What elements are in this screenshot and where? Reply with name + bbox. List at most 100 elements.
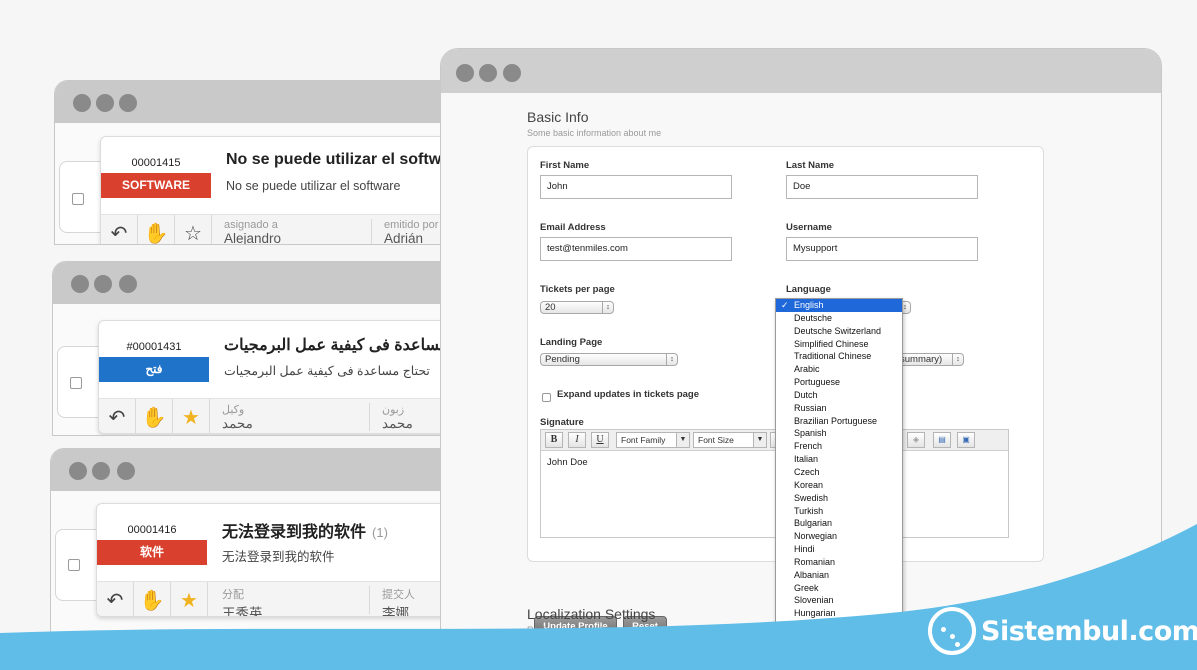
tickets-per-page-label: Tickets per page — [540, 284, 615, 295]
font-family-value: Font Family — [621, 435, 666, 445]
username-field[interactable]: Mysupport — [786, 237, 978, 261]
language-option[interactable]: Czech — [776, 466, 902, 479]
language-option[interactable]: Traditional Chinese — [776, 350, 902, 363]
bold-button[interactable]: B — [545, 432, 563, 448]
ticket-title-text[interactable]: No se puede utilizar el software — [226, 151, 460, 168]
language-option[interactable]: Hindi — [776, 543, 902, 556]
expand-updates-checkbox[interactable] — [542, 393, 551, 402]
ticket-checkbox[interactable] — [70, 377, 82, 389]
language-label: Language — [786, 284, 831, 295]
underline-button[interactable]: U — [591, 432, 609, 448]
brand-logo-icon — [928, 607, 976, 655]
source-button[interactable]: ◈ — [907, 432, 925, 448]
ticket-card[interactable]: 00001416 软件 无法登录到我的软件 (1) 无法登录到我的软件 ↶ ✋ ★… — [96, 503, 456, 617]
ticket-reply-count: (1) — [372, 525, 388, 540]
language-option[interactable]: Arabic — [776, 363, 902, 376]
hand-icon[interactable]: ✋ — [136, 399, 173, 433]
language-option-label: Korean — [794, 479, 824, 490]
ticket-title[interactable]: No se puede utilizar el software — [226, 151, 460, 169]
language-option-label: English — [794, 300, 824, 310]
language-option[interactable]: Slovenian — [776, 594, 902, 607]
ticket-title[interactable]: تحتاج مساعدة فى كيفية عمل البرمجيات — [224, 335, 458, 355]
language-option[interactable]: Portuguese — [776, 376, 902, 389]
language-dropdown-list[interactable]: ✓ English Deutsche Deutsche Switzerland Simp… — [775, 298, 903, 640]
ticket-title-text[interactable]: 无法登录到我的软件 — [222, 524, 366, 541]
secondary-select[interactable]: summary) ↕ — [898, 353, 964, 366]
language-option[interactable]: Dutch — [776, 389, 902, 402]
image-icon[interactable]: ▣ — [957, 432, 975, 448]
language-option[interactable]: Romanian — [776, 556, 902, 569]
email-field[interactable]: test@tenmiles.com — [540, 237, 732, 261]
secondary-select-value: summary) — [900, 354, 943, 365]
window-titlebar — [53, 262, 471, 304]
language-option[interactable]: Brazilian Portuguese — [776, 415, 902, 428]
language-option[interactable]: French — [776, 440, 902, 453]
hand-icon[interactable]: ✋ — [138, 215, 175, 244]
language-option[interactable]: Korean — [776, 479, 902, 492]
star-icon[interactable]: ☆ — [175, 215, 212, 244]
landing-page-value: Pending — [545, 354, 580, 365]
brand-logo[interactable]: Sistembul.com — [928, 606, 1197, 656]
language-option-label: Swedish — [794, 492, 829, 503]
first-name-field[interactable]: John — [540, 175, 732, 199]
star-icon[interactable]: ★ — [173, 399, 210, 433]
reply-icon[interactable]: ↶ — [101, 215, 138, 244]
window-dot — [94, 275, 112, 293]
last-name-field[interactable]: Doe — [786, 175, 978, 199]
ticket-checkbox[interactable] — [68, 559, 80, 571]
landing-page-select[interactable]: Pending ↕ — [540, 353, 678, 366]
divider — [371, 219, 372, 244]
scroll-down-icon[interactable]: ▼ — [776, 628, 902, 637]
language-option-label: Turkish — [794, 505, 824, 516]
language-option[interactable]: Greek — [776, 582, 902, 595]
reporter-label: emitido por — [384, 219, 439, 231]
ticket-title-text[interactable]: تحتاج مساعدة فى كيفية عمل البرمجيات — [224, 337, 458, 354]
language-option[interactable]: Italian — [776, 453, 902, 466]
italic-button[interactable]: I — [568, 432, 586, 448]
ticket-card[interactable]: #00001431 فتح تحتاج مساعدة فى كيفية عمل … — [98, 320, 458, 434]
font-family-select[interactable]: Font Family ▼ — [616, 432, 690, 448]
window-dot — [73, 94, 91, 112]
language-option-label: Deutsche Switzerland — [794, 325, 882, 336]
language-option[interactable]: Norwegian — [776, 530, 902, 543]
logo-dot — [955, 642, 960, 647]
star-icon[interactable]: ★ — [171, 582, 208, 616]
hand-icon[interactable]: ✋ — [134, 582, 171, 616]
tickets-per-page-select[interactable]: 20 ↕ — [540, 301, 614, 314]
language-option-label: Simplified Chinese — [794, 338, 869, 349]
language-option[interactable]: Deutsche — [776, 312, 902, 325]
ticket-card[interactable]: 00001415 SOFTWARE No se puede utilizar e… — [100, 136, 460, 245]
reporter-name: Adrián — [384, 231, 424, 245]
ticket-title[interactable]: 无法登录到我的软件 (1) — [222, 518, 388, 542]
reporter: 提交人 李娜 — [382, 586, 415, 616]
window-dot — [117, 462, 135, 480]
first-name-label: First Name — [540, 160, 590, 171]
reply-icon[interactable]: ↶ — [99, 399, 136, 433]
language-option[interactable]: Hungarian — [776, 607, 902, 620]
language-option[interactable]: Simplified Chinese — [776, 338, 902, 351]
language-option-label: Russian — [794, 402, 827, 413]
ticket-tag: فتح — [99, 357, 209, 382]
language-option[interactable]: Bulgarian — [776, 517, 902, 530]
language-option-label: Slovenian — [794, 595, 834, 606]
language-option[interactable]: Russian — [776, 402, 902, 415]
email-label: Email Address — [540, 222, 606, 233]
language-option[interactable]: Swedish — [776, 492, 902, 505]
profile-window: Basic Info Some basic information about … — [440, 48, 1162, 648]
font-size-select[interactable]: Font Size ▼ — [693, 432, 767, 448]
reply-icon[interactable]: ↶ — [97, 582, 134, 616]
reporter: emitido por Adrián — [384, 219, 439, 245]
reporter-name: محمد — [382, 416, 413, 431]
profile-form: Basic Info Some basic information about … — [441, 93, 1161, 647]
language-option[interactable]: Albanian — [776, 569, 902, 582]
ticket-actions: ↶ ✋ ★ 分配 王秀英 提交人 李娜 — [97, 581, 456, 616]
ticket-subtitle: No se puede utilizar el software — [226, 179, 401, 193]
ticket-checkbox[interactable] — [72, 193, 84, 205]
language-option-label: Hindi — [794, 544, 815, 555]
language-option[interactable]: ✓ English — [776, 299, 902, 312]
window-titlebar — [55, 81, 473, 123]
language-option[interactable]: Deutsche Switzerland — [776, 325, 902, 338]
language-option[interactable]: Spanish — [776, 427, 902, 440]
table-icon[interactable]: ▤ — [933, 432, 951, 448]
language-option[interactable]: Turkish — [776, 505, 902, 518]
